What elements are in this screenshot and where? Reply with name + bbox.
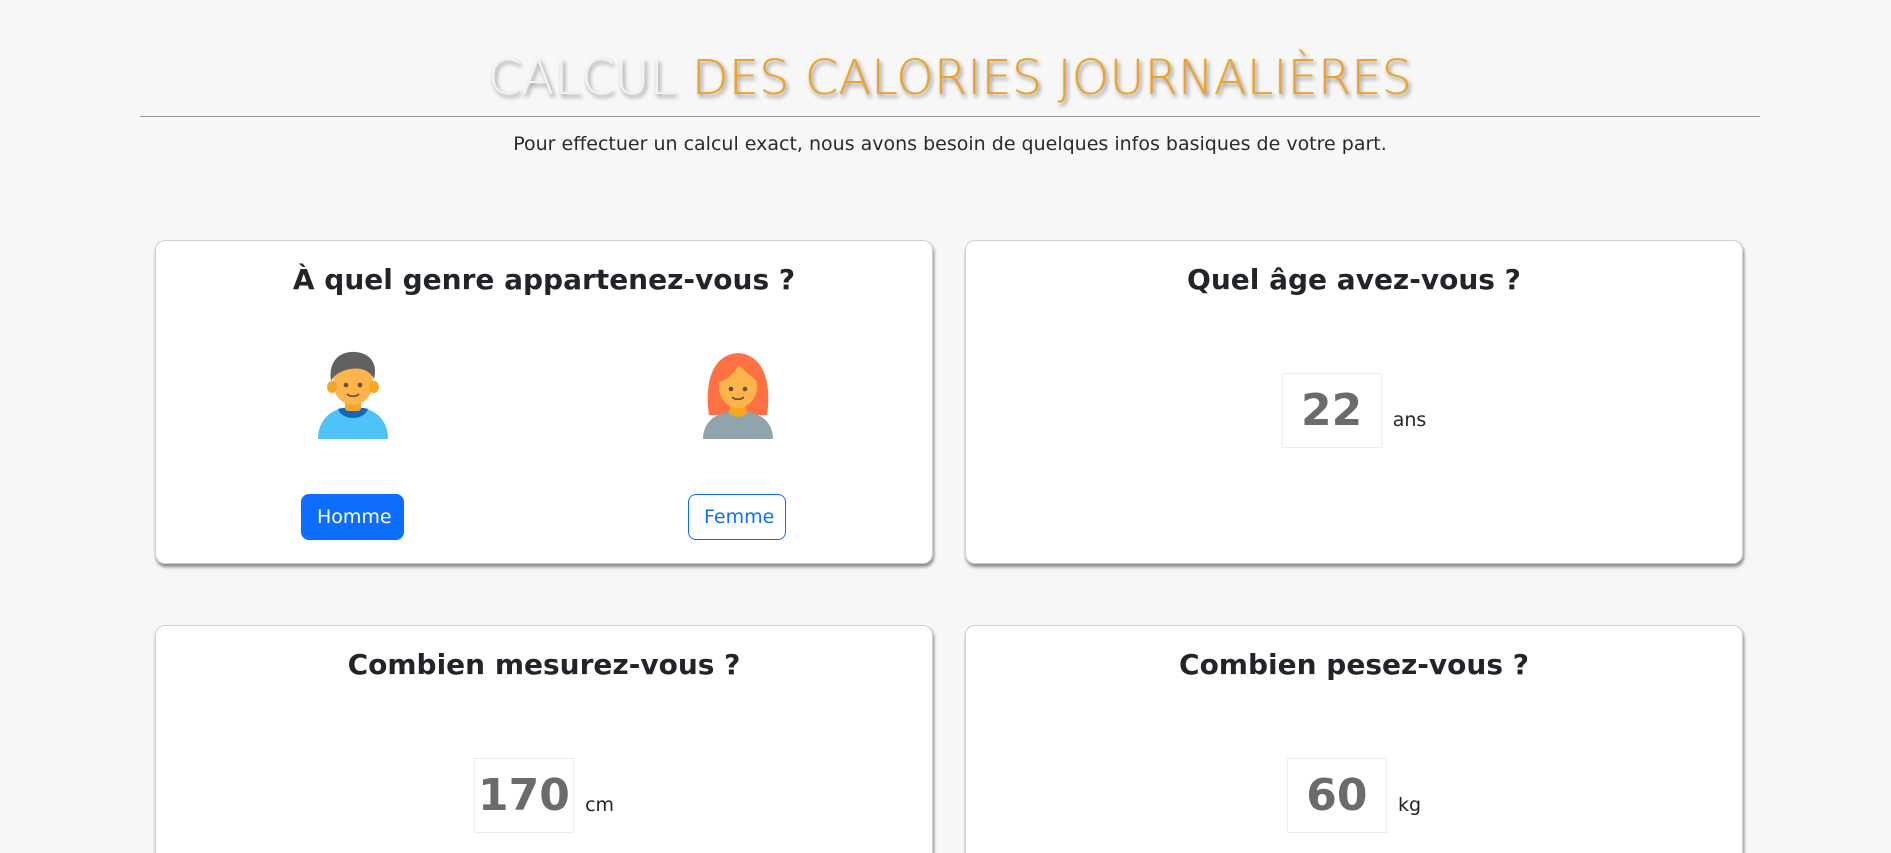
- male-option[interactable]: [253, 349, 453, 439]
- title-divider: [140, 116, 1760, 117]
- male-avatar-icon[interactable]: [310, 349, 396, 439]
- age-question: Quel âge avez-vous ?: [1187, 263, 1521, 296]
- height-card: Combien mesurez-vous ? cm: [155, 625, 933, 853]
- height-unit: cm: [585, 793, 615, 816]
- page-title-part2: DES CALORIES JOURNALIÈRES: [691, 50, 1413, 106]
- male-button[interactable]: Homme: [301, 494, 404, 540]
- height-input[interactable]: [473, 758, 574, 833]
- page-header: CALCUL DES CALORIES JOURNALIÈRES: [140, 40, 1760, 116]
- weight-input[interactable]: [1286, 758, 1387, 833]
- weight-card: Combien pesez-vous ? kg: [965, 625, 1743, 853]
- page-title-part1: CALCUL: [487, 50, 677, 106]
- age-unit: ans: [1392, 408, 1427, 431]
- page-subtitle: Pour effectuer un calcul exact, nous avo…: [513, 133, 1387, 155]
- female-avatar-icon[interactable]: [695, 349, 781, 439]
- height-field-group: cm: [156, 758, 932, 833]
- gender-question: À quel genre appartenez-vous ?: [292, 263, 796, 296]
- gender-card: À quel genre appartenez-vous ? Homme Fem…: [155, 240, 933, 564]
- weight-field-group: kg: [966, 758, 1742, 833]
- female-button[interactable]: Femme: [688, 494, 786, 540]
- page: CALCUL DES CALORIES JOURNALIÈRES Pour ef…: [0, 0, 1891, 853]
- weight-unit: kg: [1398, 793, 1422, 816]
- age-card: Quel âge avez-vous ? ans: [965, 240, 1743, 564]
- age-field-group: ans: [966, 373, 1742, 448]
- weight-question: Combien pesez-vous ?: [1179, 648, 1529, 681]
- page-title: CALCUL DES CALORIES JOURNALIÈRES: [140, 40, 1760, 116]
- age-input[interactable]: [1281, 373, 1382, 448]
- height-question: Combien mesurez-vous ?: [347, 648, 741, 681]
- female-option[interactable]: [638, 349, 838, 439]
